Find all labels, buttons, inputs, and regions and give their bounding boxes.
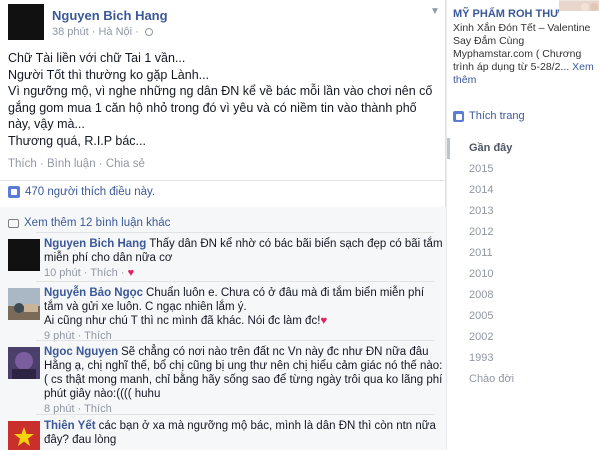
comment-author[interactable]: Ngoc Nguyen (44, 346, 118, 358)
comment-content: Nguyễn Bảo Ngọc Chuẩn luôn e. Chưa có ở đ… (44, 286, 444, 343)
divider (36, 340, 434, 341)
timeline-item-2014[interactable]: 2014 (447, 180, 600, 201)
chevron-down-icon[interactable]: ▼ (430, 6, 442, 18)
ad-image (559, 1, 599, 11)
post-author[interactable]: Nguyen Bich Hang (52, 8, 168, 23)
heart-icon: ♥ (320, 315, 328, 327)
share-button[interactable]: Chia sẻ (106, 158, 145, 170)
avatar-image (8, 421, 40, 450)
comment-author[interactable]: Thiên Yết (44, 420, 96, 432)
thumbs-up-icon (8, 186, 20, 198)
globe-icon (144, 28, 153, 36)
divider (36, 414, 434, 415)
comment-like[interactable]: Thích (90, 267, 118, 279)
divider (0, 180, 446, 181)
timeline-item-2005[interactable]: 2005 (447, 306, 600, 327)
comment-content: Thiên Yết các bạn ở xa mà ngưỡng mộ bác, … (44, 419, 444, 447)
comment-author[interactable]: Nguyen Bich Hang (44, 238, 146, 250)
timeline-item-2011[interactable]: 2011 (447, 243, 600, 264)
post-time[interactable]: 38 phút (52, 26, 89, 38)
timeline-item-2012[interactable]: 2012 (447, 222, 600, 243)
comment: Nguyễn Bảo Ngọc Chuẩn luôn e. Chưa có ở đ… (8, 286, 438, 344)
avatar[interactable] (8, 421, 40, 450)
heart-icon: ♥ (127, 267, 135, 279)
comment: Nguyen Bich Hang Thấy dân ĐN kể nhờ có bá… (8, 237, 443, 283)
post-card: Nguyen Bich Hang 38 phút · Hà Nội · ▼ Ch… (0, 0, 446, 450)
right-sidebar: MỸ PHẨM ROH THƯ Xinh Xắn Đón Tết – Valen… (447, 0, 600, 450)
like-page-button[interactable]: Thích trang (453, 110, 525, 122)
timeline-item-born[interactable]: Chào đời (447, 369, 600, 390)
likes-summary[interactable]: 470 người thích điều này. (8, 186, 155, 198)
timeline-item-2013[interactable]: 2013 (447, 201, 600, 222)
avatar[interactable] (8, 347, 40, 379)
divider (36, 281, 434, 282)
post-meta: 38 phút · Hà Nội · (52, 26, 153, 38)
avatar[interactable] (8, 4, 44, 40)
timeline-item-2002[interactable]: 2002 (447, 327, 600, 348)
likes-count[interactable]: 470 người thích điều này. (25, 186, 155, 198)
post-location[interactable]: Hà Nội (98, 26, 132, 38)
ad-thumbnail[interactable] (559, 0, 599, 11)
comment-meta: 10 phút · Thích · ♥ (44, 267, 135, 279)
like-page-label[interactable]: Thích trang (469, 110, 525, 122)
ad-header: MỸ PHẨM ROH THƯ (447, 0, 600, 20)
timeline-item-2010[interactable]: 2010 (447, 264, 600, 285)
post-line: Thương quá, R.I.P bác... (8, 133, 146, 148)
ad-title[interactable]: MỸ PHẨM ROH THƯ (453, 8, 559, 20)
post-header: Nguyen Bich Hang 38 phút · Hà Nội · ▼ (8, 4, 444, 44)
timeline-item-1993[interactable]: 1993 (447, 348, 600, 369)
ad-description[interactable]: Xinh Xắn Đón Tết – Valentine Say Đắm Cùn… (453, 22, 590, 73)
timeline-item-2008[interactable]: 2008 (447, 285, 600, 306)
timeline-item-2015[interactable]: 2015 (447, 159, 600, 180)
view-more-comments[interactable]: Xem thêm 12 bình luận khác (8, 217, 170, 229)
comment-author[interactable]: Nguyễn Bảo Ngọc (44, 287, 143, 299)
avatar-image (8, 347, 40, 379)
avatar[interactable] (8, 288, 40, 320)
timeline-nav: Gần đây 2015 2014 2013 2012 2011 2010 20… (447, 138, 600, 390)
comment-content: Nguyen Bich Hang Thấy dân ĐN kể nhờ có bá… (44, 237, 444, 280)
comment-button[interactable]: Bình luận (47, 158, 96, 170)
comment-icon (8, 218, 19, 228)
comment-content: Ngoc Nguyen Sẽ chẳng có nơi nào trên đất … (44, 345, 444, 416)
post-line: Người Tốt thì thường ko gặp Lành... (8, 67, 210, 82)
avatar[interactable] (8, 239, 40, 271)
thumbs-up-icon (453, 110, 464, 122)
like-button[interactable]: Thích (8, 158, 37, 170)
divider (36, 232, 434, 233)
comment-text-line: Ai cũng như chú T thì nc mình đã khác. N… (44, 314, 444, 328)
timeline-item-recent[interactable]: Gần đây (447, 138, 600, 159)
post-actions: Thích · Bình luận · Chia sẻ (8, 158, 145, 170)
ad-text[interactable]: Xinh Xắn Đón Tết – Valentine Say Đắm Cùn… (453, 22, 598, 87)
comment-text: các bạn ở xa mà ngưỡng mộ bác, mình là d… (44, 420, 436, 446)
comment: Ngoc Nguyen Sẽ chẳng có nơi nào trên đất … (8, 345, 442, 415)
post-line: Vì ngưỡng mộ, vì nghe những ng dân ĐN kể… (8, 84, 433, 131)
comment-text: Ai cũng như chú T thì nc mình đã khác. N… (44, 315, 321, 327)
view-more-label[interactable]: Xem thêm 12 bình luận khác (24, 217, 170, 229)
comments-area: Xem thêm 12 bình luận khác Nguyen Bich H… (0, 207, 446, 450)
post-body: Chữ Tài liền với chữ Tai 1 vần... Người … (8, 50, 440, 149)
comment: Thiên Yết các bạn ở xa mà ngưỡng mộ bác, … (8, 419, 438, 450)
avatar-image (8, 288, 40, 320)
post-line: Chữ Tài liền với chữ Tai 1 vần... (8, 51, 186, 65)
comment-time[interactable]: 10 phút (44, 267, 81, 279)
